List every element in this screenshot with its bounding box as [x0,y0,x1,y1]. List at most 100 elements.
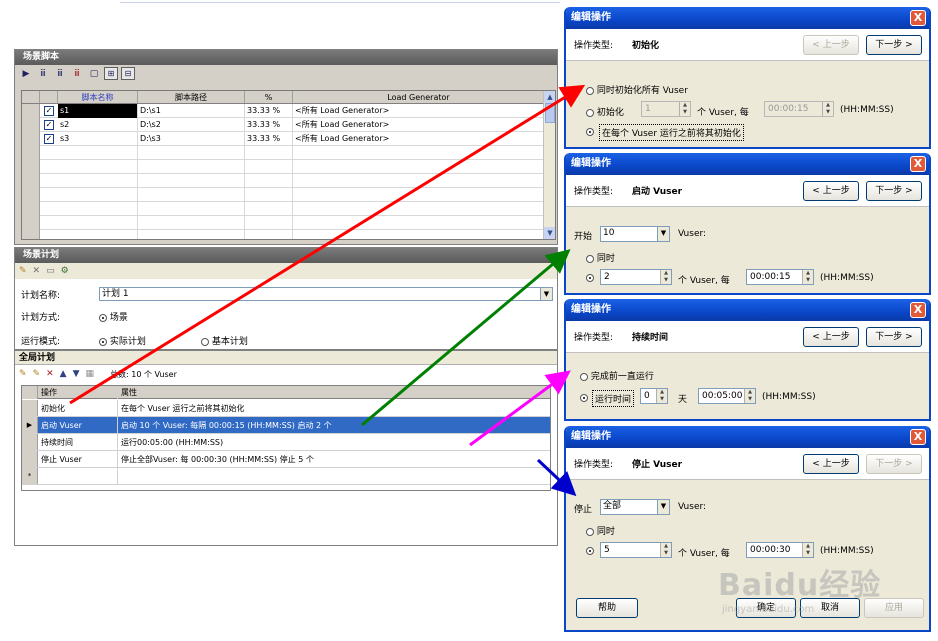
run-mode-real-radio[interactable] [99,337,107,346]
add-action-icon[interactable]: ✎ [33,369,41,379]
stop-interval-field[interactable]: 00:00:30 ▲ ▼ [746,542,814,558]
init-all-option[interactable]: 同时初始化所有 Vuser [586,83,688,96]
plan-name-select[interactable]: 计划 1 ▼ [99,287,553,301]
spinner-icon[interactable]: ▲ ▼ [660,543,671,557]
table-row[interactable]: ✓ s3 D:\s3 33.33 % <所有 Load Generator> [22,132,555,146]
delete-schedule-icon[interactable]: ✕ [33,266,41,276]
vuser-remove-icon[interactable]: ⅲ [70,67,84,80]
edit-action-icon[interactable]: ✎ [19,369,27,379]
duration-run-radio[interactable] [580,393,588,402]
spinner-icon[interactable]: ▲ ▼ [744,389,755,403]
col-script-path[interactable]: 脚本路径 [138,91,245,103]
stop-count-select[interactable]: 全部 ▼ [600,499,670,515]
prev-button[interactable]: < 上一步 [803,181,859,201]
col-percent[interactable]: % [245,91,293,103]
stop-simul-option[interactable]: 同时 [586,524,615,537]
init-count-option[interactable]: 初始化 [586,105,624,118]
property-cell[interactable]: 运行00:05:00 (HH:MM:SS) [118,434,550,450]
col-property[interactable]: 属性 [118,386,550,399]
spinner-icon[interactable]: ▲ ▼ [679,102,690,116]
init-each-option[interactable] [586,127,594,137]
script-name-cell[interactable]: s2 [58,118,138,132]
refresh-icon[interactable]: ⊟ [121,67,135,80]
script-enabled-checkbox[interactable]: ✓ [44,134,54,144]
script-name-cell[interactable]: s3 [58,132,138,146]
stop-simul-radio[interactable] [586,527,594,536]
new-row[interactable]: * [22,468,550,485]
script-path-cell[interactable]: D:\s2 [138,118,245,132]
start-count-select[interactable]: 10 ▼ [600,226,670,242]
move-down-icon[interactable]: ▼ [73,369,80,379]
script-enabled-checkbox[interactable]: ✓ [44,106,54,116]
stop-rampdown-count[interactable]: 5 ▲ ▼ [600,542,672,558]
vuser-icon[interactable]: ⅲ [36,67,50,80]
table-row[interactable] [22,146,555,160]
col-script-name[interactable]: 脚本名称 [58,91,138,103]
table-row[interactable] [22,216,555,230]
run-mode-basic-radio[interactable] [201,337,209,346]
next-button[interactable]: 下一步 > [866,181,922,201]
close-icon[interactable]: X [910,429,926,445]
table-row[interactable] [22,230,555,239]
close-icon[interactable]: X [910,302,926,318]
scripts-scrollbar[interactable]: ▲ ▼ [543,91,555,239]
table-row[interactable]: ✓ s2 D:\s2 33.33 % <所有 Load Generator> [22,118,555,132]
prev-button[interactable]: < 上一步 [803,454,859,474]
start-interval-field[interactable]: 00:00:15 ▲ ▼ [746,269,814,285]
table-row[interactable]: 初始化 在每个 Vuser 运行之前将其初始化 [22,400,550,417]
script-percent-cell[interactable]: 33.33 % [245,104,293,118]
start-rampup-option[interactable] [586,273,594,283]
next-button[interactable]: 下一步 > [866,327,922,347]
script-path-cell[interactable]: D:\s3 [138,132,245,146]
script-percent-cell[interactable]: 33.33 % [245,132,293,146]
duration-run-option[interactable] [580,393,588,403]
duration-run-label[interactable]: 运行时间 [592,390,635,407]
table-row[interactable]: ▶ 启动 Vuser 启动 10 个 Vuser: 每隔 00:00:15 (HH:… [22,417,550,434]
run-mode-real-option[interactable]: 实际计划 [99,334,146,347]
script-percent-cell[interactable]: 33.33 % [245,118,293,132]
plan-mode-option[interactable]: 场景 [99,310,128,323]
new-schedule-icon[interactable]: ✎ [19,266,27,276]
script-path-cell[interactable]: D:\s1 [138,104,245,118]
table-row[interactable]: 停止 Vuser 停止全部Vuser: 每 00:00:30 (HH:MM:SS)… [22,451,550,468]
run-mode-basic-option[interactable]: 基本计划 [201,334,248,347]
chevron-down-icon[interactable]: ▼ [657,227,669,241]
action-cell[interactable]: 持续时间 [38,434,118,450]
property-cell[interactable]: 停止全部Vuser: 每 00:00:30 (HH:MM:SS) 停止 5 个 [118,451,550,467]
init-interval-field[interactable]: 00:00:15 ▲ ▼ [764,101,834,117]
delete-action-icon[interactable]: ✕ [46,369,54,379]
duration-until-radio[interactable] [580,372,588,381]
table-row[interactable] [22,160,555,174]
next-button[interactable]: 下一步 > [866,454,922,474]
load-generator-cell[interactable]: <所有 Load Generator> [293,118,545,132]
script-name-cell[interactable]: s1 [58,104,138,118]
col-action[interactable]: 操作 [38,386,118,399]
spinner-icon[interactable]: ▲ ▼ [822,102,833,116]
table-row[interactable]: ✓ s1 D:\s1 33.33 % <所有 Load Generator> [22,104,555,118]
property-cell[interactable]: 在每个 Vuser 运行之前将其初始化 [118,400,550,416]
table-row[interactable] [22,188,555,202]
action-cell[interactable]: 停止 Vuser [38,451,118,467]
duration-until-option[interactable]: 完成前一直运行 [580,369,654,382]
start-rampup-count[interactable]: 2 ▲ ▼ [600,269,672,285]
init-each-radio[interactable] [586,127,594,136]
chevron-down-icon[interactable]: ▼ [657,500,669,514]
close-icon[interactable]: X [910,10,926,26]
spinner-icon[interactable]: ▲ ▼ [660,270,671,284]
next-button[interactable]: 下一步 > [866,35,922,55]
table-row[interactable] [22,174,555,188]
run-icon[interactable]: ▶ [19,67,33,80]
init-each-label[interactable]: 在每个 Vuser 运行之前将其初始化 [599,124,744,141]
init-all-radio[interactable] [586,86,594,95]
init-count-radio[interactable] [586,108,594,117]
table-row[interactable]: 持续时间 运行00:05:00 (HH:MM:SS) [22,434,550,451]
start-simul-option[interactable]: 同时 [586,251,615,264]
action-cell[interactable]: 启动 Vuser [38,417,118,433]
stop-rampdown-option[interactable] [586,546,594,556]
spinner-icon[interactable]: ▲ ▼ [656,389,667,403]
load-generator-icon[interactable]: ⊞ [104,67,118,80]
init-count-field[interactable]: 1 ▲ ▼ [641,101,691,117]
grid-icon[interactable]: ▦ [85,369,94,379]
chevron-down-icon[interactable]: ▼ [540,288,552,300]
rename-schedule-icon[interactable]: ▭ [46,266,55,276]
